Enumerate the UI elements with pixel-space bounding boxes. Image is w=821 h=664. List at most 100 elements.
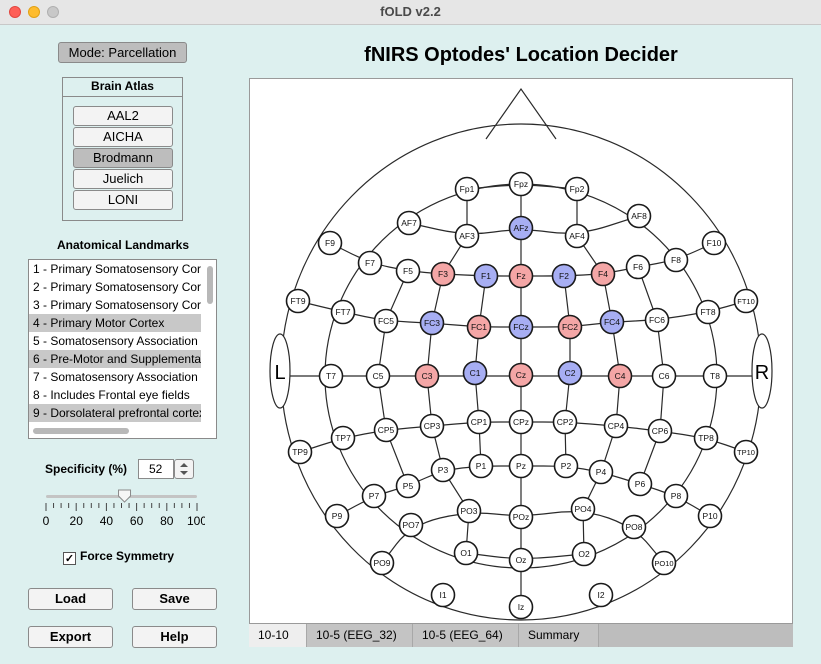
list-item[interactable]: 5 - Somatosensory Association Cortex [29, 332, 201, 350]
electrode-i2[interactable]: I2 [588, 582, 614, 608]
tab-summary[interactable]: Summary [519, 624, 599, 647]
electrode-fc5[interactable]: FC5 [373, 308, 399, 334]
electrode-tp8[interactable]: TP8 [693, 425, 719, 451]
electrode-po7[interactable]: PO7 [398, 512, 424, 538]
electrode-po10[interactable]: PO10 [651, 550, 677, 576]
electrode-pz[interactable]: Pz [508, 453, 534, 479]
electrode-po9[interactable]: PO9 [369, 550, 395, 576]
electrode-p3[interactable]: P3 [430, 457, 456, 483]
electrode-tp10[interactable]: TP10 [733, 439, 759, 465]
electrode-cp1[interactable]: CP1 [466, 409, 492, 435]
electrode-tp9[interactable]: TP9 [287, 439, 313, 465]
electrode-p10[interactable]: P10 [697, 503, 723, 529]
electrode-fc1[interactable]: FC1 [466, 314, 492, 340]
electrode-fc2[interactable]: FC2 [557, 314, 583, 340]
electrode-cp5[interactable]: CP5 [373, 417, 399, 443]
electrode-fc3[interactable]: FC3 [419, 310, 445, 336]
electrode-po4[interactable]: PO4 [570, 496, 596, 522]
electrode-cp6[interactable]: CP6 [647, 418, 673, 444]
electrode-cp3[interactable]: CP3 [419, 413, 445, 439]
electrode-p5[interactable]: P5 [395, 473, 421, 499]
electrode-p4[interactable]: P4 [588, 459, 614, 485]
electrode-po3[interactable]: PO3 [456, 498, 482, 524]
electrode-t8[interactable]: T8 [702, 363, 728, 389]
list-item[interactable]: 8 - Includes Frontal eye fields [29, 386, 201, 404]
electrode-c3[interactable]: C3 [414, 363, 440, 389]
horizontal-scrollbar[interactable] [33, 428, 129, 434]
list-item[interactable]: 3 - Primary Somatosensory Cortex [29, 296, 201, 314]
list-item[interactable]: 4 - Primary Motor Cortex [29, 314, 201, 332]
landmarks-list[interactable]: 1 - Primary Somatosensory Cortex 2 - Pri… [28, 259, 217, 439]
atlas-aal2-button[interactable]: AAL2 [73, 106, 173, 126]
electrode-fc6[interactable]: FC6 [644, 307, 670, 333]
electrode-o1[interactable]: O1 [453, 540, 479, 566]
electrode-p6[interactable]: P6 [627, 471, 653, 497]
electrode-af4[interactable]: AF4 [564, 223, 590, 249]
electrode-f3[interactable]: F3 [430, 261, 456, 287]
save-button[interactable]: Save [132, 588, 217, 610]
electrode-f8[interactable]: F8 [663, 247, 689, 273]
list-item[interactable]: 6 - Pre-Motor and Supplementary Motor Co… [29, 350, 201, 368]
electrode-fcz[interactable]: FCz [508, 314, 534, 340]
atlas-loni-button[interactable]: LONI [73, 190, 173, 210]
electrode-po8[interactable]: PO8 [621, 514, 647, 540]
chevron-up-icon[interactable] [180, 463, 188, 467]
force-symmetry-row[interactable]: ✓ Force Symmetry [63, 549, 174, 565]
list-item[interactable]: 1 - Primary Somatosensory Cortex [29, 260, 201, 278]
mode-button[interactable]: Mode: Parcellation [58, 42, 187, 63]
electrode-fp2[interactable]: Fp2 [564, 176, 590, 202]
list-item[interactable]: 2 - Primary Somatosensory Cortex [29, 278, 201, 296]
electrode-p1[interactable]: P1 [468, 453, 494, 479]
electrode-c5[interactable]: C5 [365, 363, 391, 389]
vertical-scrollbar[interactable] [207, 266, 213, 304]
electrode-cz[interactable]: Cz [508, 362, 534, 388]
force-symmetry-checkbox[interactable]: ✓ [63, 552, 76, 565]
electrode-ft10[interactable]: FT10 [733, 288, 759, 314]
electrode-p9[interactable]: P9 [324, 503, 350, 529]
electrode-f6[interactable]: F6 [625, 254, 651, 280]
electrode-iz[interactable]: Iz [508, 594, 534, 620]
specificity-input[interactable]: 52 [138, 459, 174, 479]
chevron-down-icon[interactable] [180, 471, 188, 475]
electrode-af8[interactable]: AF8 [626, 203, 652, 229]
electrode-af7[interactable]: AF7 [396, 210, 422, 236]
electrode-i1[interactable]: I1 [430, 582, 456, 608]
electrode-cpz[interactable]: CPz [508, 409, 534, 435]
specificity-stepper[interactable] [174, 459, 194, 479]
electrode-f1[interactable]: F1 [473, 263, 499, 289]
electrode-c6[interactable]: C6 [651, 363, 677, 389]
electrode-t7[interactable]: T7 [318, 363, 344, 389]
atlas-brodmann-button[interactable]: Brodmann [73, 148, 173, 168]
electrode-poz[interactable]: POz [508, 504, 534, 530]
tab-10-5-eeg32[interactable]: 10-5 (EEG_32) [307, 624, 413, 647]
electrode-c4[interactable]: C4 [607, 363, 633, 389]
tab-10-5-eeg64[interactable]: 10-5 (EEG_64) [413, 624, 519, 647]
electrode-c2[interactable]: C2 [557, 360, 583, 386]
electrode-oz[interactable]: Oz [508, 547, 534, 573]
electrode-c1[interactable]: C1 [462, 360, 488, 386]
electrode-cp2[interactable]: CP2 [552, 409, 578, 435]
tab-10-10[interactable]: 10-10 [249, 624, 307, 647]
electrode-afz[interactable]: AFz [508, 215, 534, 241]
electrode-f10[interactable]: F10 [701, 230, 727, 256]
slider-knob[interactable] [118, 489, 132, 503]
electrode-fpz[interactable]: Fpz [508, 171, 534, 197]
electrode-f2[interactable]: F2 [551, 263, 577, 289]
electrode-p8[interactable]: P8 [663, 483, 689, 509]
electrode-fc4[interactable]: FC4 [599, 309, 625, 335]
list-item[interactable]: 7 - Somatosensory Association Cortex [29, 368, 201, 386]
atlas-juelich-button[interactable]: Juelich [73, 169, 173, 189]
electrode-ft7[interactable]: FT7 [330, 299, 356, 325]
load-button[interactable]: Load [28, 588, 113, 610]
electrode-fp1[interactable]: Fp1 [454, 176, 480, 202]
electrode-ft9[interactable]: FT9 [285, 288, 311, 314]
electrode-o2[interactable]: O2 [571, 541, 597, 567]
electrode-cp4[interactable]: CP4 [603, 413, 629, 439]
list-item[interactable]: 9 - Dorsolateral prefrontal cortex [29, 404, 201, 422]
electrode-f5[interactable]: F5 [395, 258, 421, 284]
specificity-slider[interactable]: 0 20 40 60 80 100 [40, 485, 205, 530]
electrode-f7[interactable]: F7 [357, 250, 383, 276]
electrode-f4[interactable]: F4 [590, 261, 616, 287]
atlas-aicha-button[interactable]: AICHA [73, 127, 173, 147]
electrode-af3[interactable]: AF3 [454, 223, 480, 249]
